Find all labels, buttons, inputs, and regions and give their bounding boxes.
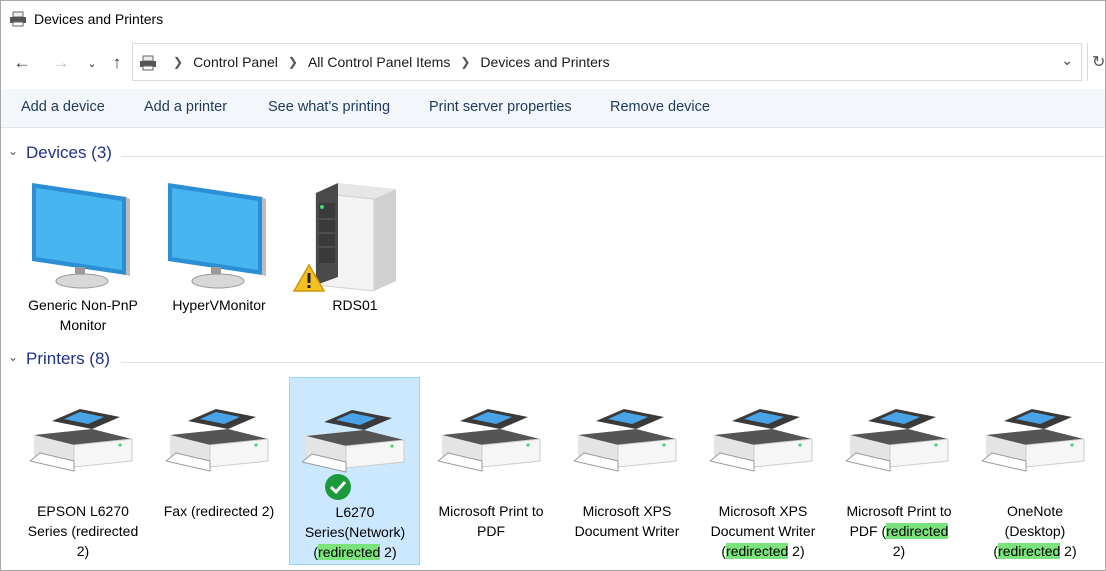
printer-microsoft-print-to-pdf-redirected[interactable]: Microsoft Print to PDF (redirected 2) bbox=[834, 377, 964, 565]
highlighted-text: redirected bbox=[998, 543, 1061, 559]
printer-label: Microsoft Print to bbox=[846, 503, 952, 519]
device-label: HyperVMonitor bbox=[172, 297, 266, 313]
text-fragment: 2) bbox=[1060, 543, 1077, 559]
recent-locations-button[interactable]: ⌄ bbox=[79, 49, 105, 77]
control-panel-icon bbox=[140, 55, 156, 71]
printer-icon bbox=[302, 410, 405, 473]
monitor-icon bbox=[168, 183, 266, 289]
window-title: Devices and Printers bbox=[34, 11, 164, 27]
printer-onenote-desktop[interactable]: OneNote (Desktop) (redirected 2) bbox=[970, 377, 1100, 565]
printer-icon bbox=[574, 409, 677, 472]
printer-microsoft-print-to-pdf[interactable]: Microsoft Print to PDF bbox=[426, 377, 556, 565]
printer-label: (Desktop) bbox=[1004, 523, 1066, 539]
chevron-right-icon[interactable]: ❯ bbox=[173, 55, 183, 69]
printer-label: L6270 bbox=[335, 504, 375, 520]
highlighted-text: redirected bbox=[318, 544, 381, 560]
address-bar[interactable]: ❯ Control Panel ❯ All Control Panel Item… bbox=[132, 43, 1082, 81]
device-label: Monitor bbox=[59, 317, 107, 333]
arrow-up-icon: ↑ bbox=[112, 53, 122, 72]
printer-label: 2) bbox=[892, 543, 906, 559]
printer-l6270-network[interactable]: L6270 Series(Network) (redirected 2) bbox=[289, 377, 420, 565]
device-label: Generic Non-PnP bbox=[28, 297, 138, 313]
arrow-right-icon: → bbox=[52, 53, 70, 72]
printer-label: Document Writer bbox=[710, 523, 816, 539]
group-divider bbox=[121, 362, 1105, 363]
refresh-button[interactable]: ↻ bbox=[1087, 43, 1106, 81]
collapse-chevron-icon[interactable]: ⌄ bbox=[8, 144, 18, 158]
chevron-right-icon[interactable]: ❯ bbox=[288, 55, 298, 69]
printer-label: 2) bbox=[76, 543, 90, 559]
text-fragment: PDF ( bbox=[849, 523, 887, 539]
forward-button[interactable]: → bbox=[48, 49, 74, 77]
printer-icon bbox=[166, 409, 269, 472]
arrow-left-icon: ← bbox=[13, 53, 31, 72]
chevron-right-icon[interactable]: ❯ bbox=[460, 55, 470, 69]
printers-group-title: Printers (8) bbox=[26, 349, 111, 368]
text-fragment: 2) bbox=[788, 543, 805, 559]
printer-icon bbox=[30, 409, 133, 472]
printer-icon bbox=[710, 409, 813, 472]
printer-app-icon bbox=[10, 11, 26, 27]
printer-label-line3: (redirected 2) bbox=[290, 542, 420, 562]
default-printer-check-icon bbox=[325, 474, 351, 500]
print-server-properties-button[interactable]: Print server properties bbox=[429, 99, 572, 115]
printer-microsoft-xps-document-writer-redirected[interactable]: Microsoft XPS Document Writer (redirecte… bbox=[698, 377, 828, 565]
printer-label: Fax (redirected 2) bbox=[163, 503, 275, 519]
title-bar: Devices and Printers bbox=[1, 1, 1105, 39]
breadcrumb-control-panel[interactable]: Control Panel bbox=[193, 54, 278, 70]
text-fragment: 2) bbox=[380, 544, 397, 560]
see-whats-printing-button[interactable]: See what's printing bbox=[268, 99, 390, 115]
device-generic-non-pnp-monitor[interactable]: Generic Non-PnP Monitor bbox=[18, 177, 148, 337]
printer-icon bbox=[982, 409, 1085, 472]
printer-label: EPSON L6270 bbox=[37, 503, 129, 519]
remove-device-button[interactable]: Remove device bbox=[610, 99, 710, 115]
device-label: RDS01 bbox=[332, 297, 378, 313]
printer-fax[interactable]: Fax (redirected 2) bbox=[154, 377, 284, 565]
highlighted-text: redirected bbox=[886, 523, 949, 539]
up-button[interactable]: ↑ bbox=[104, 49, 130, 77]
address-dropdown-icon[interactable]: ⌄ bbox=[1061, 52, 1073, 69]
printer-label: OneNote bbox=[1006, 503, 1064, 519]
command-bar: Add a device Add a printer See what's pr… bbox=[1, 89, 1105, 128]
printer-epson-l6270[interactable]: EPSON L6270 Series (redirected 2) bbox=[18, 377, 148, 565]
printer-label: Series (redirected bbox=[27, 523, 139, 539]
collapse-chevron-icon[interactable]: ⌄ bbox=[8, 350, 18, 364]
printer-label: Microsoft XPS bbox=[718, 503, 808, 519]
printer-icon bbox=[846, 409, 949, 472]
monitor-icon bbox=[32, 183, 130, 289]
printers-group-header[interactable]: ⌄ Printers (8) bbox=[1, 349, 1105, 373]
breadcrumb-devices-and-printers[interactable]: Devices and Printers bbox=[480, 54, 609, 70]
devices-and-printers-window: Devices and Printers ← → ⌄ ↑ ❯ Control P… bbox=[0, 0, 1106, 571]
printer-label: Microsoft Print to bbox=[438, 503, 544, 519]
chevron-down-icon: ⌄ bbox=[87, 57, 97, 70]
add-device-button[interactable]: Add a device bbox=[21, 99, 105, 115]
add-printer-button[interactable]: Add a printer bbox=[144, 99, 227, 115]
group-divider bbox=[121, 156, 1105, 157]
printer-label: Document Writer bbox=[574, 523, 680, 539]
refresh-icon: ↻ bbox=[1092, 54, 1106, 71]
warning-icon bbox=[292, 263, 326, 292]
device-hypervmonitor[interactable]: HyperVMonitor bbox=[154, 177, 284, 337]
printer-label: PDF bbox=[477, 523, 505, 539]
devices-group-title: Devices (3) bbox=[26, 143, 112, 162]
printer-label-line2: PDF (redirected bbox=[834, 521, 964, 541]
printer-label: Series(Network) bbox=[304, 524, 406, 540]
printer-microsoft-xps-document-writer[interactable]: Microsoft XPS Document Writer bbox=[562, 377, 692, 565]
back-button[interactable]: ← bbox=[9, 49, 35, 77]
highlighted-text: redirected bbox=[726, 543, 789, 559]
printer-label-line3: (redirected 2) bbox=[698, 541, 828, 561]
printer-icon bbox=[438, 409, 541, 472]
printer-label-line3: (redirected 2) bbox=[970, 541, 1100, 561]
devices-group-header[interactable]: ⌄ Devices (3) bbox=[1, 143, 1105, 167]
device-rds01[interactable]: RDS01 bbox=[290, 177, 420, 337]
breadcrumb-all-control-panel-items[interactable]: All Control Panel Items bbox=[308, 54, 450, 70]
breadcrumb: ❯ Control Panel ❯ All Control Panel Item… bbox=[163, 44, 610, 80]
printer-label: Microsoft XPS bbox=[582, 503, 672, 519]
